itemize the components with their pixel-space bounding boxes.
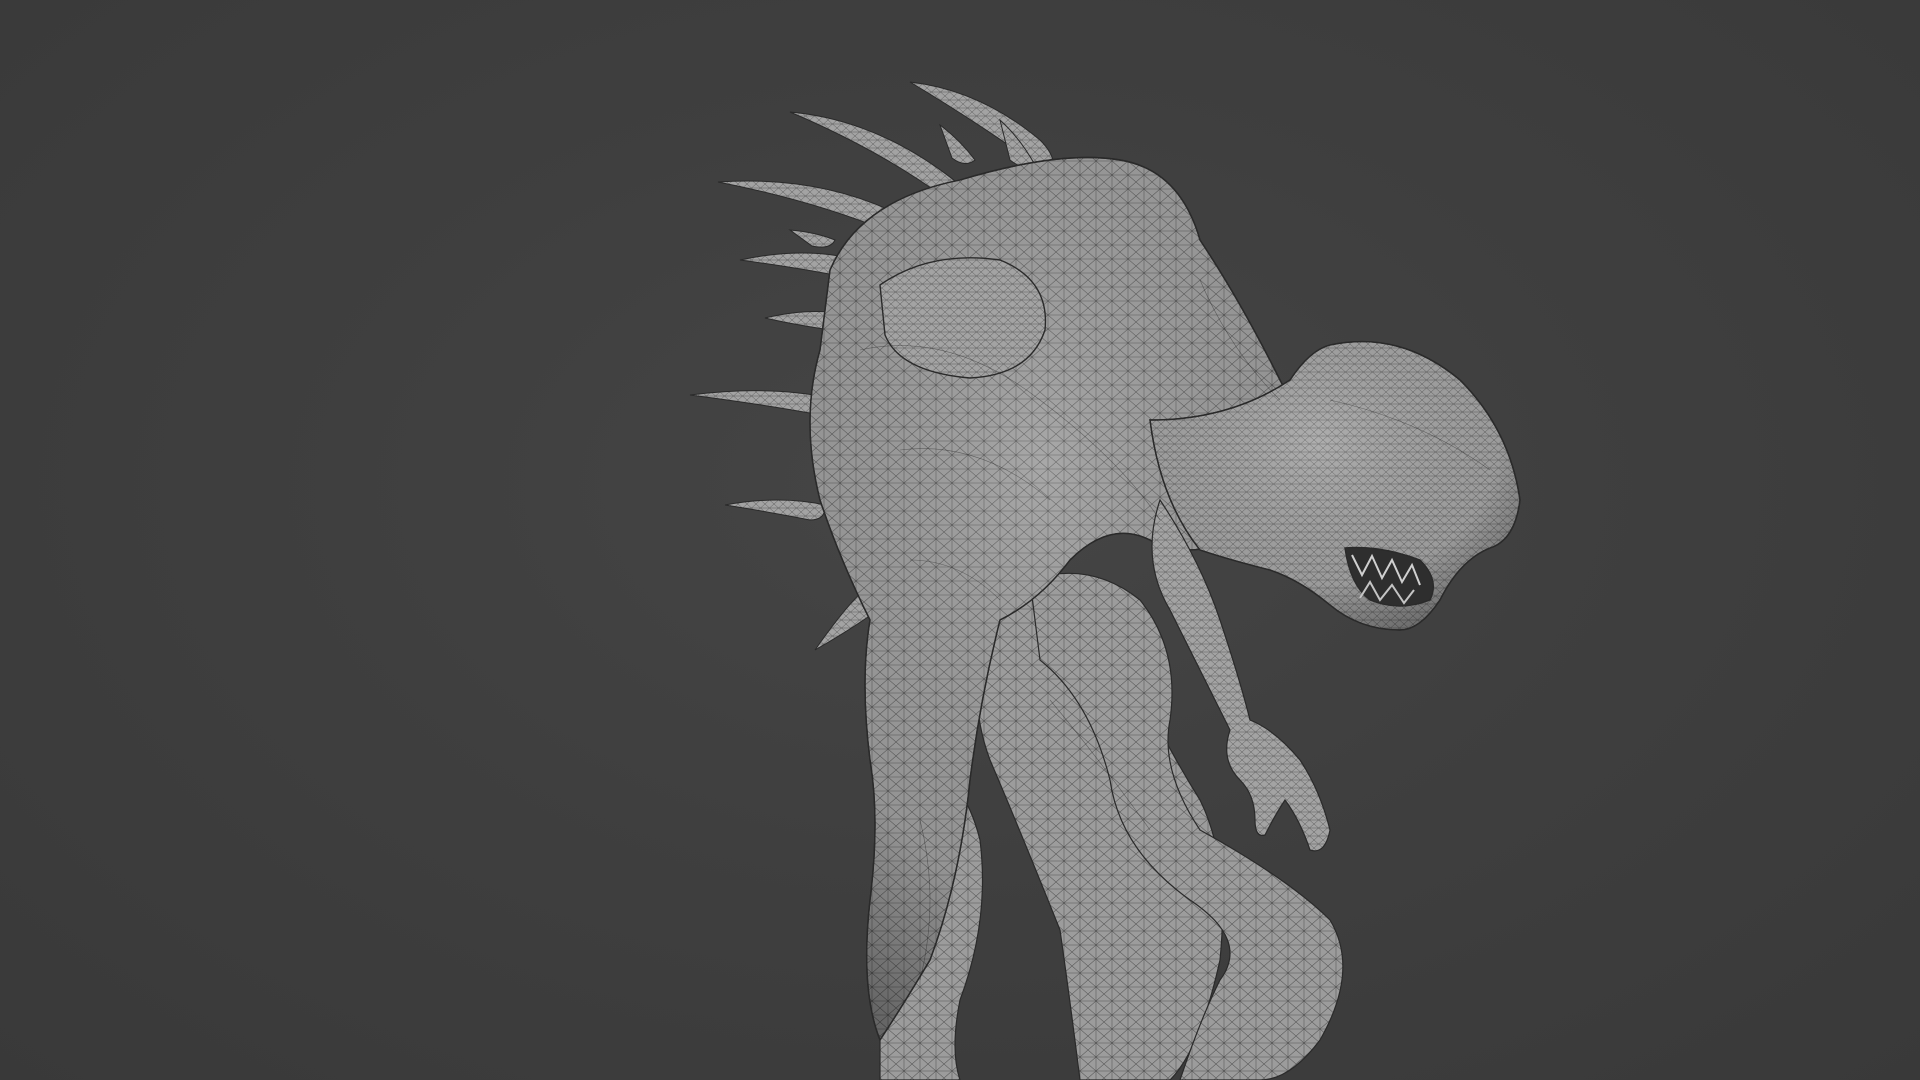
3d-viewport[interactable] [0,0,1920,1080]
creature-mesh[interactable] [0,0,1920,1080]
